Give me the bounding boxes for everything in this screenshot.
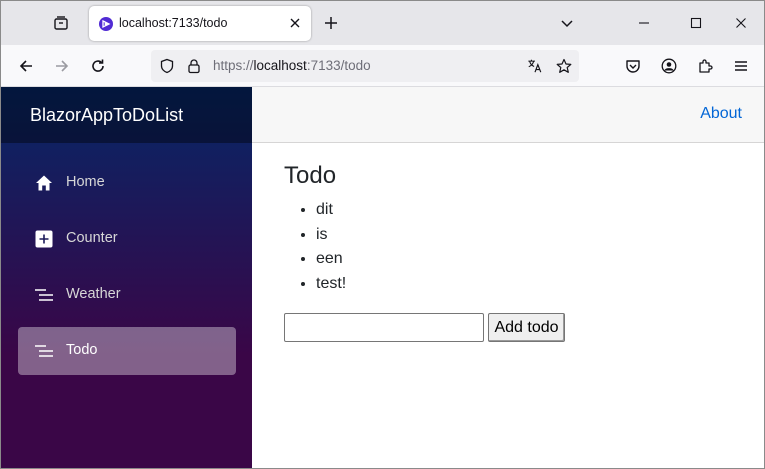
minimize-icon[interactable]: [621, 1, 667, 45]
add-todo-button[interactable]: Add todo: [488, 313, 565, 342]
sidebar-item-label: Counter: [66, 230, 118, 246]
top-row: About: [252, 87, 764, 143]
reload-icon[interactable]: [85, 53, 111, 79]
home-icon: [34, 173, 54, 193]
sidebar-item-counter[interactable]: Counter: [18, 215, 236, 263]
todo-item: is: [316, 223, 744, 248]
todo-item: dit: [316, 198, 744, 223]
maximize-icon[interactable]: [673, 1, 719, 45]
shield-icon[interactable]: [159, 58, 175, 74]
close-icon[interactable]: [287, 15, 303, 31]
todo-list: dit is een test!: [316, 198, 744, 296]
hamburger-menu-icon[interactable]: [728, 53, 754, 79]
tab-strip: localhost:7133/todo: [1, 1, 764, 45]
blazor-favicon-icon: [98, 16, 114, 32]
sidebar-item-label: Todo: [66, 342, 98, 358]
extensions-icon[interactable]: [692, 53, 718, 79]
list-icon: [34, 285, 54, 305]
tab-list-icon[interactable]: [51, 13, 71, 33]
sidebar-item-label: Home: [66, 174, 105, 190]
plus-square-icon: [34, 229, 54, 249]
forward-arrow-icon[interactable]: [49, 53, 75, 79]
sidebar-item-weather[interactable]: Weather: [18, 271, 236, 319]
brand-bar: BlazorAppToDoList: [1, 87, 252, 143]
about-link[interactable]: About: [700, 105, 742, 123]
main-content: Todo dit is een test! Add todo: [284, 161, 744, 342]
new-todo-input[interactable]: [284, 313, 484, 342]
account-icon[interactable]: [656, 53, 682, 79]
sidebar: BlazorAppToDoList Home Counter Weather T…: [1, 87, 252, 468]
page-title: Todo: [284, 162, 337, 189]
navigation-toolbar: https://localhost:7133/todo: [1, 45, 764, 87]
browser-window: localhost:7133/todo https://localhost:71…: [0, 0, 765, 469]
window-close-icon[interactable]: [718, 1, 764, 45]
url-host: localhost: [253, 58, 307, 73]
sidebar-item-label: Weather: [66, 286, 121, 302]
new-tab-icon[interactable]: [321, 13, 341, 33]
tab-title: localhost:7133/todo: [119, 16, 228, 30]
sidebar-item-todo[interactable]: Todo: [18, 327, 236, 375]
chevron-down-icon[interactable]: [557, 13, 577, 33]
pocket-icon[interactable]: [620, 53, 646, 79]
url-scheme: https://: [213, 58, 254, 73]
back-arrow-icon[interactable]: [13, 53, 39, 79]
list-icon: [34, 341, 54, 361]
url-path: :7133/todo: [306, 58, 371, 73]
todo-item: test!: [316, 272, 744, 297]
bookmark-star-icon[interactable]: [556, 58, 572, 74]
translate-icon[interactable]: [527, 58, 543, 74]
sidebar-item-home[interactable]: Home: [18, 159, 236, 207]
browser-tab[interactable]: localhost:7133/todo: [89, 6, 311, 41]
lock-icon[interactable]: [186, 58, 202, 74]
todo-item: een: [316, 247, 744, 272]
url-bar[interactable]: https://localhost:7133/todo: [151, 50, 579, 82]
url-text[interactable]: https://localhost:7133/todo: [213, 58, 371, 73]
brand-link[interactable]: BlazorAppToDoList: [30, 105, 183, 126]
